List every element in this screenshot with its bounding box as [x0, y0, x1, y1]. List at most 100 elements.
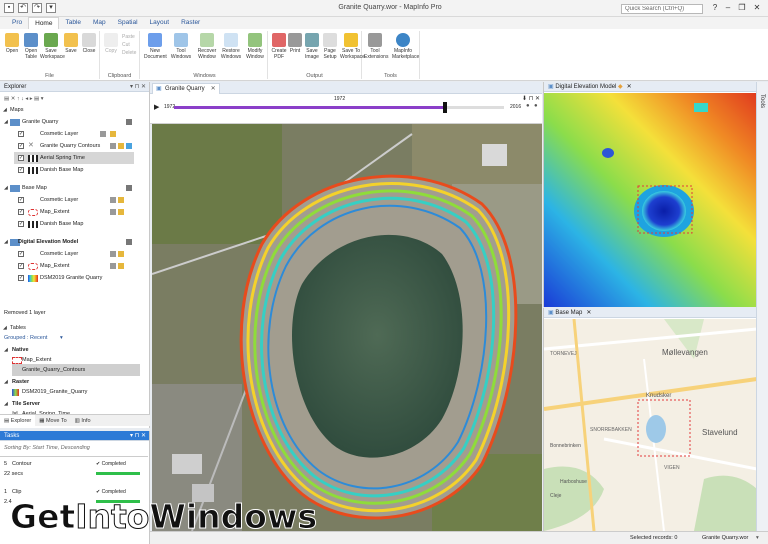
layer-checkbox[interactable]: ✓ [18, 251, 24, 257]
task-item[interactable]: 5 Contour 22 secs ✔ Completed [0, 459, 148, 483]
layer-row[interactable]: ✓ Danish Base Map [0, 218, 150, 230]
open-table-button[interactable]: Open Table [20, 33, 42, 60]
map-group-dem[interactable]: ◢ Digital Elevation Model [0, 236, 150, 248]
cut-button[interactable]: Cut [122, 42, 130, 48]
restore-windows-button[interactable]: Restore Windows [220, 33, 242, 60]
layer-row[interactable]: ✓ Map_Extent [0, 260, 150, 272]
close-table-button[interactable]: Close [78, 33, 100, 54]
style-icon[interactable] [118, 263, 124, 269]
layer-row[interactable]: ✓ ✕ Granite Quarry Contours [0, 140, 150, 152]
tools-side-tab[interactable]: Tools [756, 82, 768, 531]
layer-row-selected[interactable]: ✓ Aerial Spring Time [14, 152, 134, 164]
layer-control-icon[interactable] [126, 185, 132, 191]
tool-extensions-button[interactable]: Tool Extensions [364, 33, 388, 60]
recover-window-button[interactable]: Recover Window [196, 33, 218, 60]
close-slider-icon[interactable]: ● [534, 103, 538, 109]
layer-checkbox[interactable]: ✓ [18, 155, 24, 161]
map-group-granite-quarry[interactable]: ◢ Granite Quarry [0, 116, 150, 128]
pencil-icon[interactable] [110, 197, 116, 203]
filter-icon[interactable] [126, 143, 132, 149]
layer-row[interactable]: ✓ Cosmetic Layer [0, 128, 150, 140]
tab-move-to[interactable]: ▦ Move To [35, 415, 70, 426]
tab-map[interactable]: Map [87, 17, 112, 29]
save-workspace-button[interactable]: Save Workspace [40, 33, 65, 60]
maps-section[interactable]: ◢ Maps [0, 104, 150, 116]
layer-row[interactable]: ✓ DSM2019 Granite Quarry [0, 272, 150, 284]
layer-row[interactable]: ✓ Cosmetic Layer [0, 194, 150, 206]
restore-button[interactable]: ❐ [736, 3, 748, 13]
pencil-icon[interactable] [110, 209, 116, 215]
tab-table[interactable]: Table [59, 17, 87, 29]
pin-close-icons[interactable]: ▾ ⊓ ✕ [130, 82, 146, 92]
undo-icon[interactable]: ↶ [18, 3, 28, 13]
pencil-icon[interactable] [110, 251, 116, 257]
main-map-canvas[interactable] [152, 124, 542, 531]
customize-icon[interactable]: ▾ [46, 3, 56, 13]
slider-track[interactable] [174, 102, 504, 113]
quick-search-input[interactable] [621, 4, 703, 14]
paste-button[interactable]: Paste [122, 34, 135, 40]
layer-row[interactable]: ✓ Danish Base Map [0, 164, 150, 176]
pencil-icon[interactable] [100, 131, 106, 137]
settings-icon[interactable]: ● [526, 103, 530, 109]
new-document-button[interactable]: New Document [144, 33, 167, 60]
save-icon[interactable]: ▪ [4, 3, 14, 13]
layer-checkbox[interactable]: ✓ [18, 221, 24, 227]
pencil-icon[interactable] [110, 143, 116, 149]
tab-layout[interactable]: Layout [144, 17, 176, 29]
copy-icon [104, 33, 118, 47]
close-button[interactable]: ✕ [751, 3, 763, 13]
style-icon[interactable] [118, 143, 124, 149]
style-icon[interactable] [118, 209, 124, 215]
layer-checkbox[interactable]: ✓ [18, 167, 24, 173]
marketplace-button[interactable]: MapInfo Marketplace [392, 33, 419, 60]
play-icon[interactable]: ▶ [154, 103, 159, 111]
region-icon [28, 209, 38, 216]
layer-control-icon[interactable] [126, 239, 132, 245]
style-icon[interactable] [118, 197, 124, 203]
table-item[interactable]: DSM2019_Granite_Quarry [0, 386, 150, 398]
chevron-down-icon[interactable]: ▾ [756, 532, 759, 544]
pin-icon[interactable]: ◆ [616, 84, 623, 90]
tool-windows-button[interactable]: Tool Windows [170, 33, 192, 60]
layer-checkbox[interactable]: ✓ [18, 197, 24, 203]
layer-checkbox[interactable]: ✓ [18, 209, 24, 215]
ribbon: Open Open Table Save Workspace Save Clos… [0, 29, 768, 81]
map-group-base-map[interactable]: ◢ Base Map [0, 182, 150, 194]
copy-button[interactable]: Copy [100, 33, 122, 54]
layer-checkbox[interactable]: ✓ [18, 275, 24, 281]
sort-label: Sorting By: Start Time, Descending [4, 445, 90, 451]
layer-checkbox[interactable]: ✓ [18, 143, 24, 149]
tab-spatial[interactable]: Spatial [112, 17, 144, 29]
tab-raster[interactable]: Raster [175, 17, 206, 29]
layer-checkbox[interactable]: ✓ [18, 131, 24, 137]
tab-info[interactable]: ▥ Info [71, 415, 95, 426]
pin-close-icons[interactable]: ▾ ⊓ ✕ [130, 431, 146, 441]
close-icon[interactable]: ✕ [211, 84, 216, 94]
tab-pro[interactable]: Pro [6, 17, 28, 29]
minimize-button[interactable]: – [722, 3, 734, 13]
close-icon[interactable]: ✕ [627, 84, 632, 90]
slider-thumb[interactable] [442, 102, 447, 113]
layer-control-icon[interactable] [126, 119, 132, 125]
modify-window-button[interactable]: Modify Window [244, 33, 266, 60]
close-icon[interactable]: ✕ [586, 310, 591, 316]
delete-button[interactable]: Delete [122, 50, 136, 56]
layer-row[interactable]: ✓ Map_Extent [0, 206, 150, 218]
tab-granite-quarry[interactable]: ▣ Granite Quarry ✕ [152, 83, 220, 94]
window-control-icons[interactable]: ⬇ ⊓ ✕ [522, 95, 540, 102]
page-setup-button[interactable]: Page Setup [319, 33, 341, 60]
recover-icon [200, 33, 214, 47]
save-to-workspace-button[interactable]: Save To Workspace [340, 33, 365, 60]
grouped-dropdown[interactable]: Grouped : Recent ▾ [0, 332, 150, 344]
layer-checkbox[interactable]: ✓ [18, 263, 24, 269]
help-icon[interactable]: ? [709, 3, 721, 13]
style-icon[interactable] [118, 251, 124, 257]
tab-explorer[interactable]: ▤ Explorer [0, 415, 36, 426]
pencil-icon[interactable] [110, 263, 116, 269]
table-item-selected[interactable]: Granite_Quarry_Contours [12, 364, 140, 376]
tab-home[interactable]: Home [28, 17, 60, 29]
style-icon[interactable] [110, 131, 116, 137]
layer-row[interactable]: ✓ Cosmetic Layer [0, 248, 150, 260]
redo-icon[interactable]: ↷ [32, 3, 42, 13]
